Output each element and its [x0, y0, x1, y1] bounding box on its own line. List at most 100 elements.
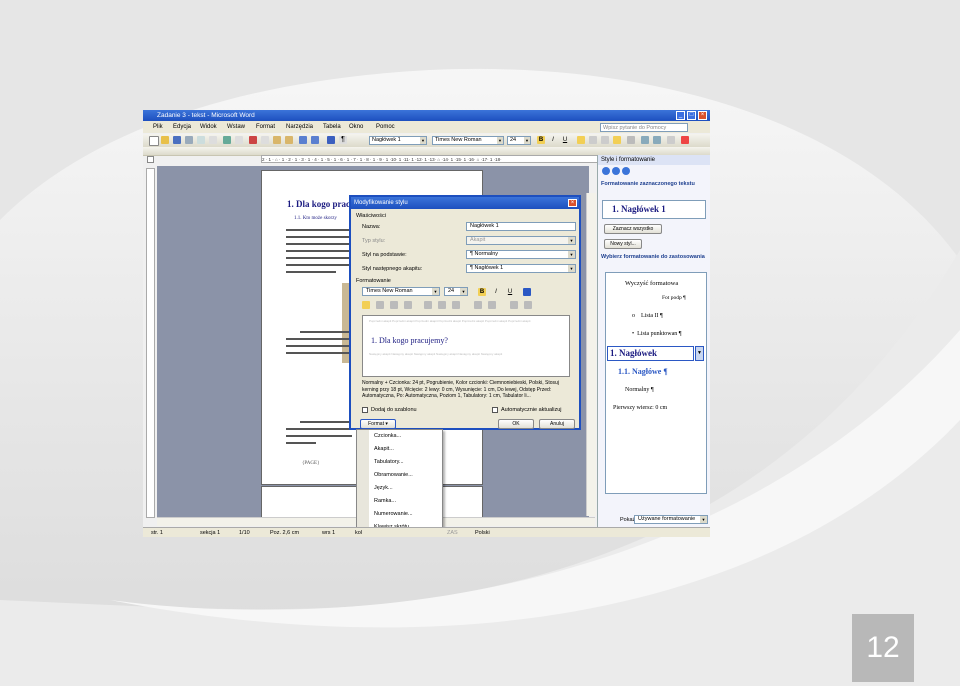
- chevron-down-icon[interactable]: ▼: [695, 346, 704, 361]
- dialog-align-left-icon[interactable]: [362, 301, 370, 309]
- font-size-combo[interactable]: 24 ▼: [507, 136, 531, 145]
- format-dropdown-button[interactable]: Format ▾: [360, 419, 396, 429]
- cut-icon[interactable]: [249, 136, 257, 144]
- new-style-button[interactable]: Nowy styl...: [604, 239, 642, 249]
- print-icon[interactable]: [197, 136, 205, 144]
- dialog-italic-icon[interactable]: I: [492, 288, 500, 296]
- new-document-icon[interactable]: [149, 136, 159, 146]
- menu-item-language[interactable]: Język...: [374, 485, 393, 491]
- menu-view[interactable]: Widok: [200, 121, 217, 133]
- task-pane-title: Style i formatowanie: [598, 155, 710, 165]
- style-fot-podp[interactable]: Fot podp ¶: [662, 295, 686, 301]
- menu-item-paragraph[interactable]: Akapit...: [374, 446, 394, 452]
- vertical-scrollbar[interactable]: [586, 193, 596, 516]
- permission-icon[interactable]: [185, 136, 193, 144]
- menu-help[interactable]: Pomoc: [376, 121, 395, 133]
- dialog-increase-indent-icon[interactable]: [524, 301, 532, 309]
- format-painter-icon[interactable]: [285, 136, 293, 144]
- dialog-size-select[interactable]: 24 ▼: [444, 287, 468, 296]
- copy-icon[interactable]: [261, 136, 269, 144]
- add-template-checkbox[interactable]: [362, 407, 368, 413]
- status-overtype[interactable]: ZAS: [447, 528, 458, 537]
- tab-selector[interactable]: [147, 156, 154, 163]
- menu-table[interactable]: Tabela: [323, 121, 341, 133]
- status-column: kol: [355, 530, 363, 536]
- italic-icon[interactable]: I: [549, 136, 557, 144]
- menu-tools[interactable]: Narzędzia: [286, 121, 313, 133]
- align-center-icon[interactable]: [589, 136, 597, 144]
- ok-button[interactable]: OK: [498, 419, 534, 429]
- style-lista-punktowana[interactable]: • Lista punktowan ¶: [632, 331, 682, 337]
- dialog-font-select[interactable]: Times New Roman ▼: [362, 287, 440, 296]
- open-folder-icon[interactable]: [161, 136, 169, 144]
- dialog-double-spacing-icon[interactable]: [452, 301, 460, 309]
- dialog-close-button[interactable]: ×: [568, 199, 577, 207]
- font-color-icon[interactable]: [681, 136, 689, 144]
- style-first-line-indent[interactable]: Pierwszy wiersz: 0 cm: [613, 405, 667, 411]
- bold-icon[interactable]: B: [537, 136, 545, 144]
- show-hide-icon[interactable]: ¶: [339, 136, 347, 144]
- show-select[interactable]: Używane formatowanie ▼: [634, 515, 708, 524]
- dialog-underline-icon[interactable]: U: [506, 288, 514, 296]
- dialog-single-spacing-icon[interactable]: [424, 301, 432, 309]
- style-lista-ii[interactable]: o Lista II ¶: [632, 313, 663, 319]
- close-button[interactable]: ×: [698, 111, 707, 120]
- vertical-ruler[interactable]: [146, 168, 155, 518]
- research-icon[interactable]: [235, 136, 243, 144]
- dialog-onehalf-spacing-icon[interactable]: [438, 301, 446, 309]
- numbering-icon[interactable]: [641, 136, 649, 144]
- menu-window[interactable]: Okno: [349, 121, 363, 133]
- menu-edit[interactable]: Edycja: [173, 121, 191, 133]
- line-spacing-icon[interactable]: [627, 136, 635, 144]
- dialog-bold-icon[interactable]: B: [478, 288, 486, 296]
- justify-icon[interactable]: [613, 136, 621, 144]
- help-search-input[interactable]: Wpisz pytanie do Pomocy: [600, 123, 688, 132]
- undo-icon[interactable]: [299, 136, 307, 144]
- dialog-font-color-icon[interactable]: [523, 288, 531, 296]
- next-style-select[interactable]: ¶ Nagłówek 1 ▼: [466, 264, 576, 273]
- underline-icon[interactable]: U: [561, 136, 569, 144]
- menu-item-font[interactable]: Czcionka...: [374, 433, 401, 439]
- dialog-decrease-indent-icon[interactable]: [510, 301, 518, 309]
- horizontal-ruler[interactable]: 2 · 1 · ⌂ · 1 · 2 · 1 · 3 · 1 · 4 · 1 · …: [261, 155, 601, 163]
- font-combo[interactable]: Times New Roman ▼: [432, 136, 504, 145]
- menu-format[interactable]: Format: [256, 121, 275, 133]
- home-icon[interactable]: [622, 167, 630, 175]
- select-all-button[interactable]: Zaznacz wszystko: [604, 224, 662, 234]
- style-normal[interactable]: Normalny ¶: [625, 387, 654, 393]
- dialog-align-right-icon[interactable]: [390, 301, 398, 309]
- hyperlink-icon[interactable]: [327, 136, 335, 144]
- menu-item-tabs[interactable]: Tabulatory...: [374, 459, 404, 465]
- cancel-button[interactable]: Anuluj: [539, 419, 575, 429]
- paste-icon[interactable]: [273, 136, 281, 144]
- menu-item-frame[interactable]: Ramka...: [374, 498, 396, 504]
- maximize-button[interactable]: □: [687, 111, 696, 120]
- redo-icon[interactable]: [311, 136, 319, 144]
- align-right-icon[interactable]: [601, 136, 609, 144]
- bullets-icon[interactable]: [653, 136, 661, 144]
- menu-file[interactable]: Plik: [153, 121, 163, 133]
- dialog-space-after-icon[interactable]: [488, 301, 496, 309]
- style-heading-2[interactable]: 1.1. Nagłówe ¶: [618, 367, 668, 376]
- back-icon[interactable]: [602, 167, 610, 175]
- style-clear-formatting[interactable]: Wyczyść formatowa: [625, 280, 678, 287]
- style-heading-1-item[interactable]: 1. Nagłówek: [607, 346, 694, 361]
- print-preview-icon[interactable]: [209, 136, 217, 144]
- border-icon[interactable]: [667, 136, 675, 144]
- style-type-select[interactable]: Akapit ▼: [466, 236, 576, 245]
- menu-item-border[interactable]: Obramowanie...: [374, 472, 413, 478]
- minimize-button[interactable]: _: [676, 111, 685, 120]
- save-icon[interactable]: [173, 136, 181, 144]
- style-combo[interactable]: Nagłówek 1 ▼: [369, 136, 427, 145]
- auto-update-checkbox[interactable]: [492, 407, 498, 413]
- menu-insert[interactable]: Wstaw: [227, 121, 245, 133]
- dialog-space-before-icon[interactable]: [474, 301, 482, 309]
- forward-icon[interactable]: [612, 167, 620, 175]
- dialog-justify-icon[interactable]: [404, 301, 412, 309]
- spelling-icon[interactable]: [223, 136, 231, 144]
- dialog-align-center-icon[interactable]: [376, 301, 384, 309]
- style-name-input[interactable]: Nagłówek 1: [466, 222, 576, 231]
- based-on-select[interactable]: ¶ Normalny ▼: [466, 250, 576, 259]
- align-left-icon[interactable]: [577, 136, 585, 144]
- menu-item-numbering[interactable]: Numerowanie...: [374, 511, 413, 517]
